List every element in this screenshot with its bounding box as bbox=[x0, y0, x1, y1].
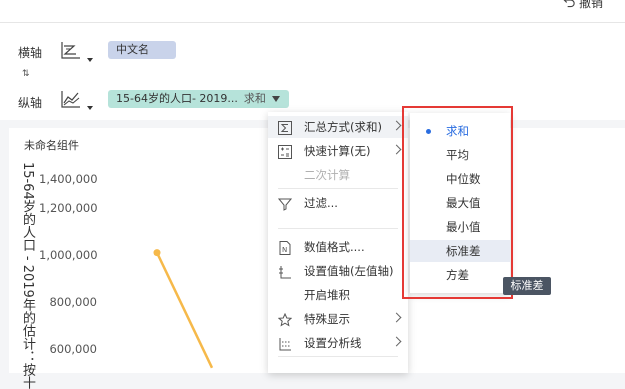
star-icon bbox=[277, 312, 293, 327]
context-menu-item-label: 过滤... bbox=[304, 196, 338, 210]
top-toolbar: 撤销 bbox=[0, 0, 625, 23]
field-context-menu: 汇总方式(求和) 快速计算(无) 二次计算过滤... N 数值格式.... 设置值轴(左值… bbox=[268, 112, 408, 373]
context-menu-item-label: 数值格式.... bbox=[304, 240, 365, 254]
y-tick-label: 800,000 bbox=[49, 295, 97, 309]
context-menu-item-label: 设置值轴(左值轴) bbox=[304, 264, 394, 278]
context-menu-item[interactable]: 设置分析线 bbox=[268, 332, 408, 354]
x-axis-field-label: 中文名 bbox=[116, 43, 149, 56]
context-menu-item: 二次计算 bbox=[268, 164, 408, 186]
chevron-down-icon[interactable] bbox=[87, 106, 93, 110]
chevron-right-icon bbox=[391, 312, 402, 323]
context-menu-item-label: 汇总方式(求和) bbox=[304, 120, 382, 134]
menu-divider bbox=[278, 188, 398, 189]
undo-icon bbox=[563, 0, 576, 11]
context-menu-item[interactable]: 过滤... bbox=[268, 192, 408, 214]
context-menu-item[interactable]: 快速计算(无) bbox=[268, 140, 408, 162]
y-tick-label: 1,200,000 bbox=[39, 201, 98, 215]
filter-icon bbox=[277, 196, 293, 211]
highlight-box bbox=[402, 106, 513, 299]
undo-label: 撤销 bbox=[578, 0, 603, 10]
x-axis-field-pill[interactable]: 中文名 bbox=[108, 41, 176, 59]
swap-axes-icon[interactable]: ⇅ bbox=[22, 69, 30, 79]
y-axis-agg-label: 求和 bbox=[243, 92, 266, 105]
y-tick-label: 1,000,000 bbox=[39, 248, 98, 262]
menu-divider bbox=[278, 228, 398, 229]
y-tick-label: 600,000 bbox=[49, 342, 97, 356]
context-menu-item[interactable]: N 数值格式.... bbox=[268, 236, 408, 258]
value-axis-icon bbox=[278, 264, 292, 279]
y-axis-chart-type-selector[interactable] bbox=[60, 89, 86, 111]
chevron-right-icon bbox=[391, 120, 402, 131]
context-menu-item[interactable]: 设置值轴(左值轴) bbox=[268, 260, 408, 282]
context-menu-item-label: 特殊显示 bbox=[304, 312, 350, 326]
sigma-icon bbox=[278, 120, 292, 135]
x-axis-chart-type-selector[interactable] bbox=[60, 40, 86, 62]
analysis-line-icon bbox=[278, 336, 292, 351]
context-menu-item-label: 二次计算 bbox=[304, 168, 350, 182]
chevron-down-icon[interactable] bbox=[271, 96, 280, 102]
chevron-down-icon[interactable] bbox=[87, 58, 93, 62]
svg-text:N: N bbox=[282, 246, 287, 254]
context-menu-item-label: 设置分析线 bbox=[304, 336, 362, 350]
chevron-right-icon bbox=[391, 144, 402, 155]
context-menu-item[interactable]: 特殊显示 bbox=[268, 308, 408, 330]
y-tick-label: 1,400,000 bbox=[39, 172, 98, 186]
y-axis-field-label: 15-64岁的人口- 2019... bbox=[116, 92, 238, 105]
line-chart-icon bbox=[60, 91, 82, 112]
x-axis-label: 横轴 bbox=[18, 46, 43, 60]
y-axis-label: 纵轴 bbox=[18, 96, 43, 110]
y-axis-field-pill[interactable]: 15-64岁的人口- 2019... 求和 bbox=[108, 90, 289, 108]
hover-tooltip: 标准差 bbox=[503, 277, 551, 295]
quick-calc-icon bbox=[278, 144, 292, 159]
undo-button[interactable]: 撤销 bbox=[563, 0, 603, 11]
context-menu-item[interactable]: 开启堆积 bbox=[268, 284, 408, 306]
context-menu-item-label: 开启堆积 bbox=[304, 288, 350, 302]
area-chart-icon bbox=[60, 42, 82, 63]
y-axis-title: 15-64岁的人口 - 2019年的估计：按十 bbox=[20, 162, 35, 389]
chevron-right-icon bbox=[391, 336, 402, 347]
number-format-icon: N bbox=[278, 240, 292, 255]
axis-config-panel bbox=[0, 23, 625, 120]
menu-divider bbox=[278, 356, 398, 357]
widget-title: 未命名组件 bbox=[24, 139, 79, 152]
context-menu-item-label: 快速计算(无) bbox=[304, 144, 371, 158]
context-menu-item[interactable]: 汇总方式(求和) bbox=[268, 116, 408, 138]
